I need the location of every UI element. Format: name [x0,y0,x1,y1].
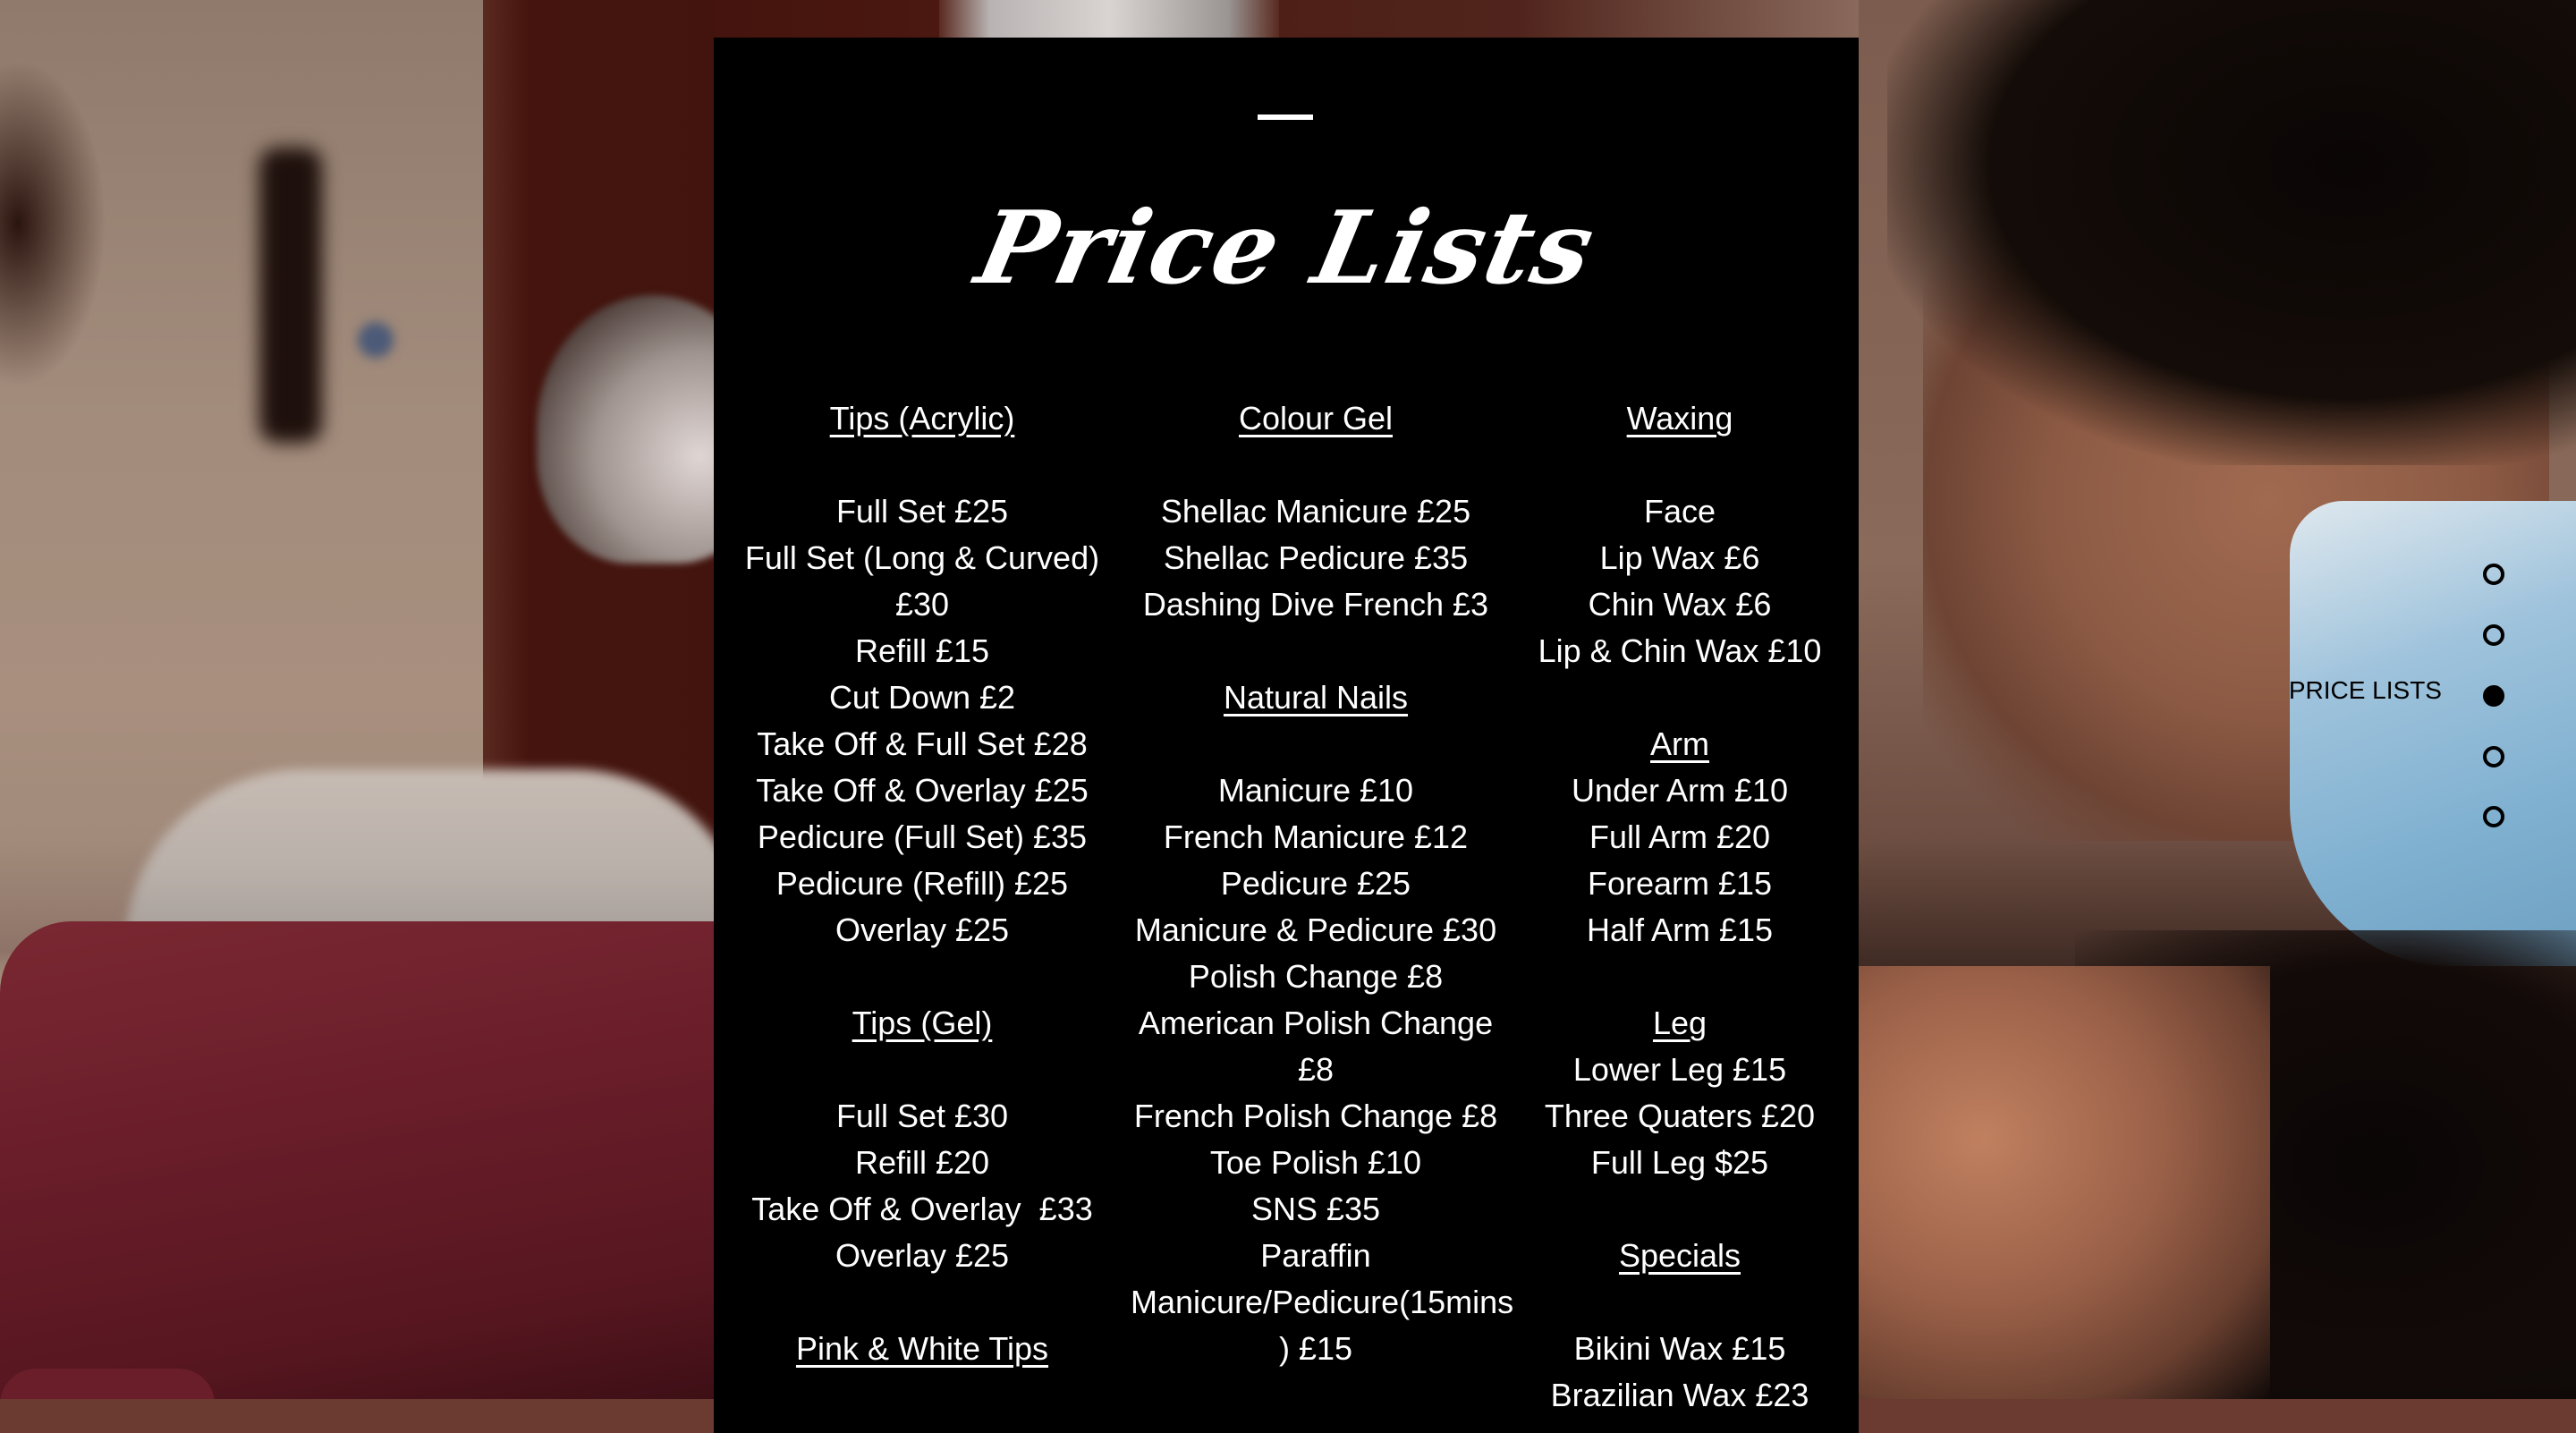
price-item: Manicure £10 [1217,772,1414,809]
price-item: Pedicure £25 [1220,865,1411,902]
price-item: Pedicure (Full Set) £35 [757,818,1088,855]
price-item: £30 [894,586,950,623]
price-item: SNS £35 [1250,1191,1381,1227]
price-columns: Tips (Acrylic) Full Set £25 Full Set (Long… [714,395,1859,1419]
nav-dot-price-lists[interactable] [2483,685,2504,707]
price-item: Polish Change £8 [1188,958,1444,995]
price-item: Chin Wax £6 [1588,586,1772,623]
price-column-nails-tips: Tips (Acrylic) Full Set £25 Full Set (Long… [714,395,1131,1419]
nav-dot-section-4[interactable] [2483,746,2504,767]
background-technician-hand [1859,966,2270,1399]
price-item: Refill £15 [854,632,990,669]
price-item: Refill £20 [854,1144,990,1181]
price-item: Manicure & Pedicure £30 [1134,912,1497,948]
nav-dot-section-1[interactable] [2483,564,2504,585]
price-item: Full Arm £20 [1589,818,1771,855]
price-item: Half Arm £15 [1586,912,1774,948]
price-section-heading: Natural Nails [1223,679,1409,716]
section-nav: PRICE LISTS [2289,555,2576,841]
price-item: Lip Wax £6 [1599,539,1760,576]
price-item: Lower Leg £15 [1572,1051,1787,1088]
price-section-heading: Specials [1618,1237,1741,1274]
price-section-heading: Pink & White Tips [795,1330,1049,1367]
price-item: Under Arm £10 [1571,772,1789,809]
price-item: Take Off & Overlay £33 [751,1191,1093,1227]
price-section-heading: Arm [1650,725,1709,762]
background-bottle [939,0,1279,38]
price-item: Pedicure (Refill) £25 [775,865,1069,902]
price-section-heading: Leg [1652,1005,1707,1041]
price-item: Overlay £25 [835,912,1010,948]
price-item: Manicure/Pedicure(15mins [1131,1284,1514,1320]
price-item: French Polish Change £8 [1133,1098,1498,1134]
background-blue-dot [358,322,394,358]
price-item: Forearm £15 [1587,865,1773,902]
background-customer-sleeve [0,921,716,1399]
active-section-label[interactable]: PRICE LISTS [2289,676,2442,705]
nav-dot-section-5[interactable] [2483,806,2504,827]
price-list-panel: Price Lists Tips (Acrylic) Full Set £25 Fu… [714,38,1859,1433]
background-technician-hair [1887,0,2576,465]
price-section-heading: Tips (Acrylic) [829,400,1015,437]
price-item: Take Off & Full Set £28 [757,725,1088,762]
price-item: Take Off & Overlay £25 [756,772,1089,809]
background-top-strip [716,0,1860,38]
price-section-heading: Tips (Gel) [852,1005,993,1041]
background-customer-sleeve-cuff [0,1369,215,1399]
price-item: Dashing Dive French £3 [1142,586,1489,623]
price-item: French Manicure £12 [1163,818,1469,855]
price-item: Bikini Wax £15 [1573,1330,1786,1367]
price-item: £8 [1297,1051,1335,1088]
price-item: Lip & Chin Wax £10 [1538,632,1822,669]
background-door-handle [259,148,322,443]
price-item: Full Set £30 [835,1098,1009,1134]
price-item: Full Set (Long & Curved) [744,539,1100,576]
price-item: American Polish Change [1138,1005,1494,1041]
price-item: Brazilian Wax £23 [1550,1377,1809,1413]
nav-dot-section-2[interactable] [2483,624,2504,646]
price-item: Full Leg $25 [1590,1144,1769,1181]
page-title: Price Lists [967,190,1606,307]
price-item: Face [1643,493,1716,530]
price-item: Paraffin [1260,1237,1371,1274]
price-item: Shellac Pedicure £35 [1163,539,1469,576]
price-item: Full Set £25 [835,493,1009,530]
price-section-heading: Waxing [1626,400,1733,437]
price-item: Toe Polish £10 [1209,1144,1422,1181]
price-item: Three Quaters £20 [1544,1098,1816,1134]
price-item: ) £15 [1278,1330,1353,1367]
price-item: Cut Down £2 [828,679,1016,716]
price-item: Overlay £25 [835,1237,1010,1274]
price-column-gel-natural: Colour Gel Shellac Manicure £25 Shellac Pe… [1131,395,1514,1419]
price-column-waxing: Waxing Face Lip Wax £6 Chin Wax £6 Lip & Chi… [1501,395,1859,1419]
price-section-heading: Colour Gel [1238,400,1394,437]
price-item: Shellac Manicure £25 [1160,493,1471,530]
title-accent-dash [1258,114,1313,120]
